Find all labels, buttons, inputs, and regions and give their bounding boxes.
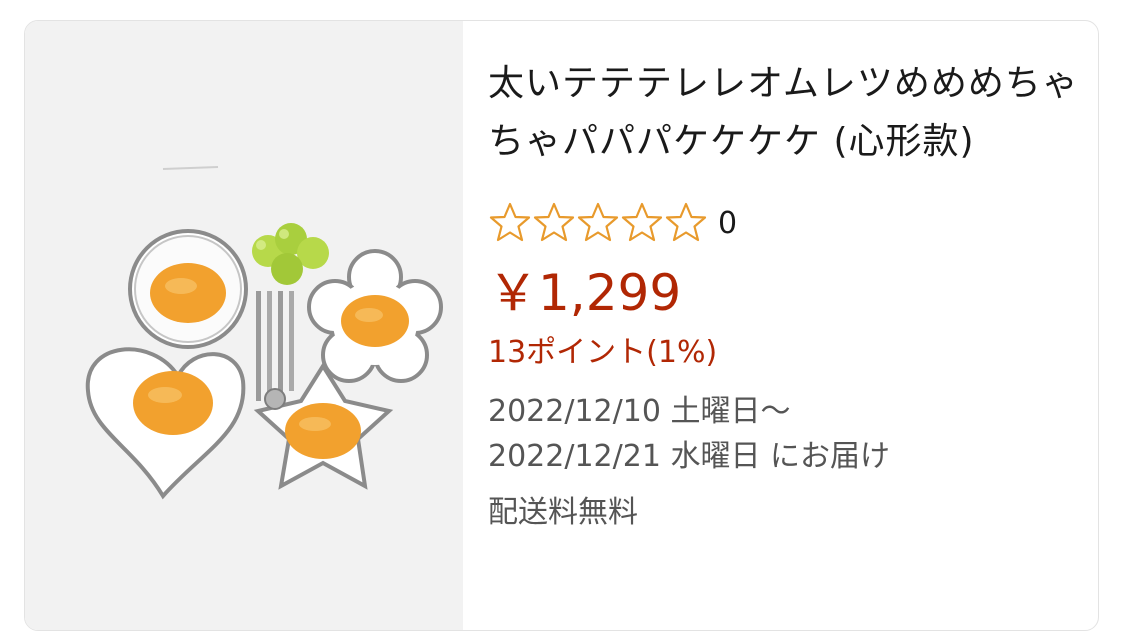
star-outline-icon <box>533 202 575 242</box>
points: 13ポイント(1%) <box>488 335 718 370</box>
product-card[interactable]: 太いテテテレレオムレツめめめちゃちゃパパパケケケケ (心形款) 0 ￥1,299… <box>24 20 1099 631</box>
star-outline-icon <box>665 202 707 242</box>
rating-row[interactable]: 0 <box>488 199 1083 247</box>
star-outline-icon <box>489 202 531 242</box>
price: ￥1,299 <box>488 264 682 322</box>
product-title[interactable]: 太いテテテレレオムレツめめめちゃちゃパパパケケケケ (心形款) <box>488 55 1083 171</box>
delivery-estimate: 2022/12/10 土曜日～ 2022/12/21 水曜日 にお届け <box>488 389 1083 479</box>
shipping-fee: 配送料無料 <box>488 495 638 530</box>
star-outline-icon <box>577 202 619 242</box>
star-outline-icon <box>621 202 663 242</box>
review-count[interactable]: 0 <box>718 206 737 241</box>
product-image-pane[interactable] <box>25 21 463 630</box>
delivery-date-end: 2022/12/21 水曜日 にお届け <box>488 439 890 474</box>
delivery-date-start: 2022/12/10 土曜日～ <box>488 394 791 429</box>
product-info: 太いテテテレレオムレツめめめちゃちゃパパパケケケケ (心形款) 0 ￥1,299… <box>488 55 1083 533</box>
star-rating[interactable] <box>488 201 708 245</box>
product-image[interactable] <box>53 141 453 541</box>
